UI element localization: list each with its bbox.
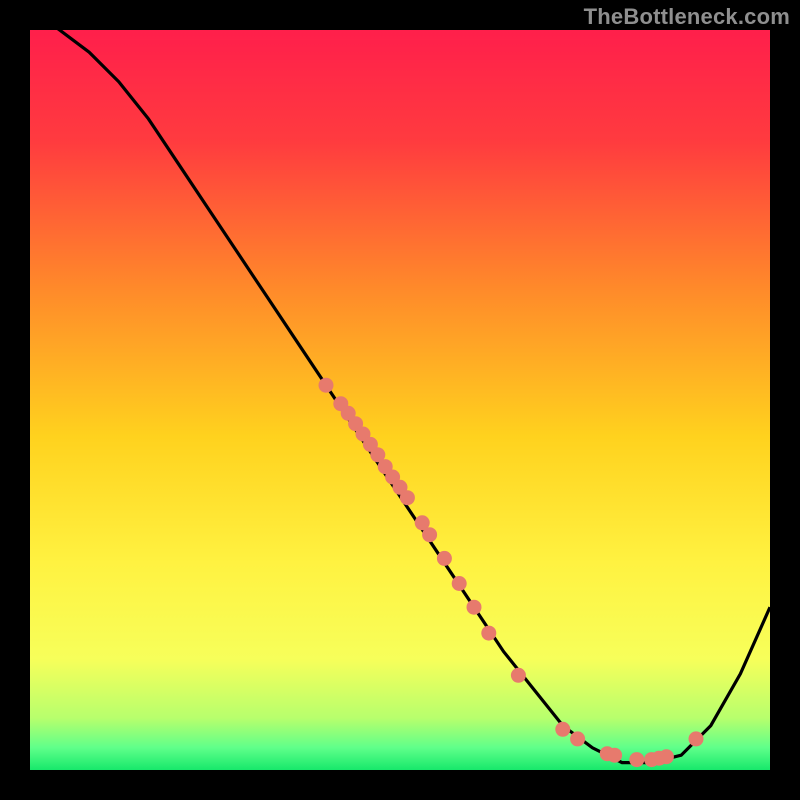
data-point (467, 600, 482, 615)
data-point (400, 490, 415, 505)
data-point (319, 378, 334, 393)
data-point (511, 668, 526, 683)
watermark-text: TheBottleneck.com (584, 4, 790, 30)
data-point (437, 551, 452, 566)
data-point (555, 722, 570, 737)
data-point (607, 748, 622, 763)
data-point (629, 752, 644, 767)
gradient-area (30, 30, 770, 770)
data-point (452, 576, 467, 591)
bottleneck-chart (30, 30, 770, 770)
data-point (689, 731, 704, 746)
data-point (422, 527, 437, 542)
data-point (659, 749, 674, 764)
data-point (570, 731, 585, 746)
plot-frame (30, 30, 770, 770)
data-point (481, 626, 496, 641)
